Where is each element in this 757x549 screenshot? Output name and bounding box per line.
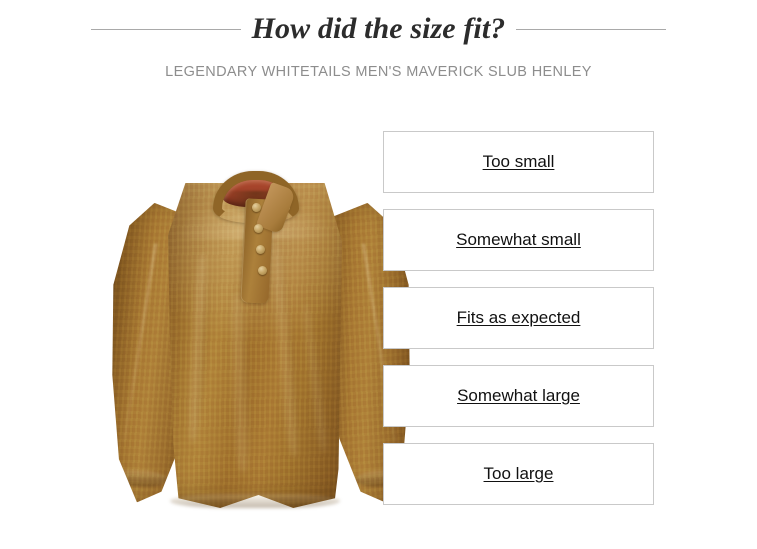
title-rule-left <box>90 28 241 30</box>
shirt-hem <box>170 494 340 508</box>
fit-options-list: Too small Somewhat small Fits as expecte… <box>383 131 654 505</box>
option-label: Somewhat large <box>457 386 580 405</box>
option-somewhat-large[interactable]: Somewhat large <box>383 365 654 427</box>
fabric-fold <box>266 242 304 459</box>
shirt-cuff-left <box>111 469 168 488</box>
sleeve-seam-left <box>123 243 157 441</box>
shirt-button-icon <box>254 224 263 233</box>
fabric-fold <box>185 252 211 444</box>
page-title: How did the size fit? <box>251 12 506 45</box>
option-label: Too large <box>483 464 554 483</box>
option-fits-as-expected[interactable]: Fits as expected <box>383 287 654 349</box>
option-too-small[interactable]: Too small <box>383 131 654 193</box>
product-image <box>100 141 420 526</box>
title-rule-right <box>516 28 667 30</box>
product-name-subtitle: LEGENDARY WHITETAILS MEN'S MAVERICK SLUB… <box>165 64 592 80</box>
shirt-button-icon <box>256 245 265 254</box>
shirt-button-icon <box>252 203 261 212</box>
page-header: How did the size fit? LEGENDARY WHITETAI… <box>0 0 757 100</box>
option-somewhat-small[interactable]: Somewhat small <box>383 209 654 271</box>
shirt-button-icon <box>258 266 267 275</box>
option-label: Fits as expected <box>456 308 581 327</box>
fabric-fold <box>226 292 254 474</box>
shirt-illustration <box>100 141 420 526</box>
survey-content: Too small Somewhat small Fits as expecte… <box>0 100 757 549</box>
option-too-large[interactable]: Too large <box>383 443 654 505</box>
option-label: Too small <box>482 152 555 171</box>
option-label: Somewhat small <box>456 230 581 249</box>
fabric-fold <box>298 302 332 454</box>
title-row: How did the size fit? <box>0 12 757 46</box>
